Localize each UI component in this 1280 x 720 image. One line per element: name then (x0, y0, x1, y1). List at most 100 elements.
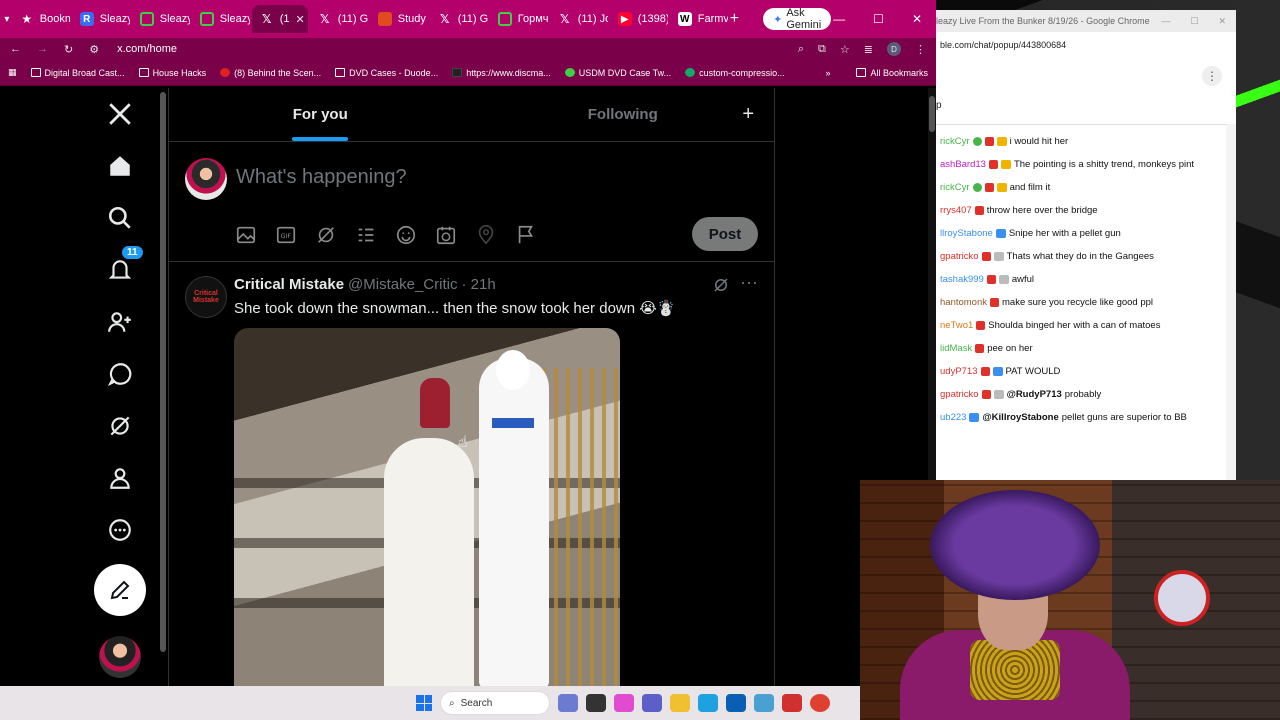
nav-more[interactable] (94, 504, 146, 556)
chat-username[interactable]: tashak999 (940, 273, 984, 286)
chat-username[interactable]: neTwo1 (940, 319, 973, 332)
bookmark-item[interactable]: Digital Broad Cast... (30, 68, 125, 78)
chat-url[interactable]: ble.com/chat/popup/443800684 (936, 32, 1236, 58)
ask-gemini-button[interactable]: ✦ Ask Gemini (763, 7, 832, 31)
browser-tab[interactable]: W Farmv (670, 5, 728, 33)
chat-username[interactable]: rickCyr (940, 181, 970, 194)
edge-icon[interactable] (698, 694, 718, 712)
chat-username[interactable]: rickCyr (940, 135, 970, 148)
taskbar-search[interactable]: ⌕ Search (440, 691, 550, 715)
extensions-icon[interactable]: ≣ (864, 43, 873, 56)
chat-mention[interactable]: @KillroyStabone (982, 411, 1058, 424)
tweet-timestamp[interactable]: · 21h (461, 276, 495, 293)
task-view-icon[interactable] (558, 694, 578, 712)
back-icon[interactable]: ← (10, 43, 21, 55)
more-bookmarks-icon[interactable]: » (825, 68, 830, 78)
browser-tab[interactable]: R Sleazy (72, 5, 130, 33)
tab-close-icon[interactable]: ✕ (296, 13, 305, 26)
browser-tab[interactable]: 𝕏 (11) G (430, 5, 488, 33)
composer-input[interactable]: What's happening? (236, 166, 407, 189)
apps-grid-icon[interactable]: ▦ (8, 67, 17, 78)
windows-start-icon[interactable] (416, 695, 432, 711)
bookmark-item[interactable]: DVD Cases - Duode... (335, 68, 438, 78)
tab-search-icon[interactable]: ▾ (4, 14, 10, 25)
install-app-icon[interactable]: ⧉ (818, 43, 826, 56)
grok-icon[interactable] (315, 224, 337, 246)
image-icon[interactable] (235, 224, 257, 246)
browser-tab[interactable]: ★ Bookm (12, 5, 69, 33)
browser-tab[interactable]: Sleazy (132, 5, 190, 33)
chat-menu-icon[interactable]: ⋮ (1202, 66, 1222, 86)
url-field[interactable]: x.com/home (117, 43, 177, 55)
nav-explore[interactable] (94, 192, 146, 244)
nav-home[interactable] (94, 140, 146, 192)
bookmark-item[interactable]: House Hacks (138, 68, 206, 78)
browser-tab[interactable]: 𝕏 (11) G (310, 5, 368, 33)
maximize-icon[interactable]: ☐ (873, 12, 884, 26)
chat-mention[interactable]: @RudyP713 (1007, 388, 1062, 401)
chat-username[interactable]: rrys407 (940, 204, 972, 217)
zoom-icon[interactable]: ⌕ (798, 43, 804, 56)
nav-profile[interactable] (94, 452, 146, 504)
file-explorer-icon[interactable] (670, 694, 690, 712)
nav-notifications[interactable]: 11 (94, 244, 146, 296)
reload-icon[interactable]: ↻ (64, 43, 73, 56)
browser-tab[interactable]: 𝕏 (1 ✕ (251, 5, 308, 33)
gif-icon[interactable]: GIF (275, 224, 297, 246)
all-bookmarks-button[interactable]: All Bookmarks (856, 68, 928, 78)
chat-scrollbar[interactable] (1226, 124, 1236, 480)
emoji-icon[interactable] (395, 224, 417, 246)
browser-tab[interactable]: Sleazy (192, 5, 250, 33)
browser-tab[interactable]: ▶ (1398) (610, 5, 668, 33)
app-icon[interactable] (782, 694, 802, 712)
chrome-icon[interactable] (810, 694, 830, 712)
bookmark-item[interactable]: (8) Behind the Scen... (220, 68, 321, 78)
close-icon[interactable]: ✕ (912, 12, 922, 26)
browser-tab[interactable]: Study (370, 5, 428, 33)
browser-tab[interactable]: Гормч (490, 5, 548, 33)
menu-kebab-icon[interactable]: ⋮ (915, 43, 926, 56)
bookmark-item[interactable]: custom-compressio... (685, 68, 785, 78)
nav-follow[interactable] (94, 296, 146, 348)
forward-icon[interactable]: → (37, 43, 48, 55)
nav-chat[interactable] (94, 348, 146, 400)
teams-icon[interactable] (642, 694, 662, 712)
chat-username[interactable]: gpatricko (940, 388, 979, 401)
site-info-icon[interactable]: ⚙ (89, 43, 99, 56)
chat-username[interactable]: hantomonk (940, 296, 987, 309)
tweet-more-icon[interactable]: ··· (740, 272, 758, 293)
new-tab-icon[interactable]: + (730, 10, 739, 28)
tweet-author-handle[interactable]: @Mistake_Critic (348, 276, 457, 293)
tab-following[interactable]: Following (472, 88, 775, 141)
bookmark-item[interactable]: https://www.discma... (452, 68, 551, 78)
chat-username[interactable]: udyP713 (940, 365, 978, 378)
location-icon[interactable] (475, 224, 497, 246)
account-avatar[interactable] (99, 636, 141, 678)
browser-tab[interactable]: 𝕏 (11) Jo (550, 5, 608, 33)
tweet[interactable]: Critical Mistake Critical Mistake @Mista… (169, 262, 774, 686)
minimize-icon[interactable]: — (833, 12, 845, 26)
minimize-icon[interactable]: — (1161, 16, 1170, 27)
close-icon[interactable]: ✕ (1218, 16, 1226, 27)
maximize-icon[interactable]: ☐ (1190, 16, 1198, 27)
copilot-icon[interactable] (614, 694, 634, 712)
profile-avatar[interactable]: D (887, 42, 901, 56)
nav-grok[interactable] (94, 400, 146, 452)
tweet-author-name[interactable]: Critical Mistake (234, 276, 344, 293)
add-feed-icon[interactable]: + (742, 103, 754, 126)
x-logo-link[interactable] (94, 88, 146, 140)
flag-icon[interactable] (515, 224, 537, 246)
terminal-icon[interactable] (586, 694, 606, 712)
store-icon[interactable] (726, 694, 746, 712)
chat-username[interactable]: lidMask (940, 342, 972, 355)
grok-icon[interactable] (712, 276, 730, 294)
schedule-icon[interactable] (435, 224, 457, 246)
chat-username[interactable]: ub223 (940, 411, 966, 424)
bookmark-star-icon[interactable]: ☆ (840, 43, 850, 56)
bookmark-item[interactable]: USDM DVD Case Tw... (564, 68, 671, 78)
page-scrollbar-thumb[interactable] (929, 96, 935, 132)
chat-username[interactable]: llroyStabone (940, 227, 993, 240)
post-button[interactable]: Post (692, 217, 758, 251)
tweet-video[interactable] (234, 328, 620, 686)
app-icon[interactable] (754, 694, 774, 712)
